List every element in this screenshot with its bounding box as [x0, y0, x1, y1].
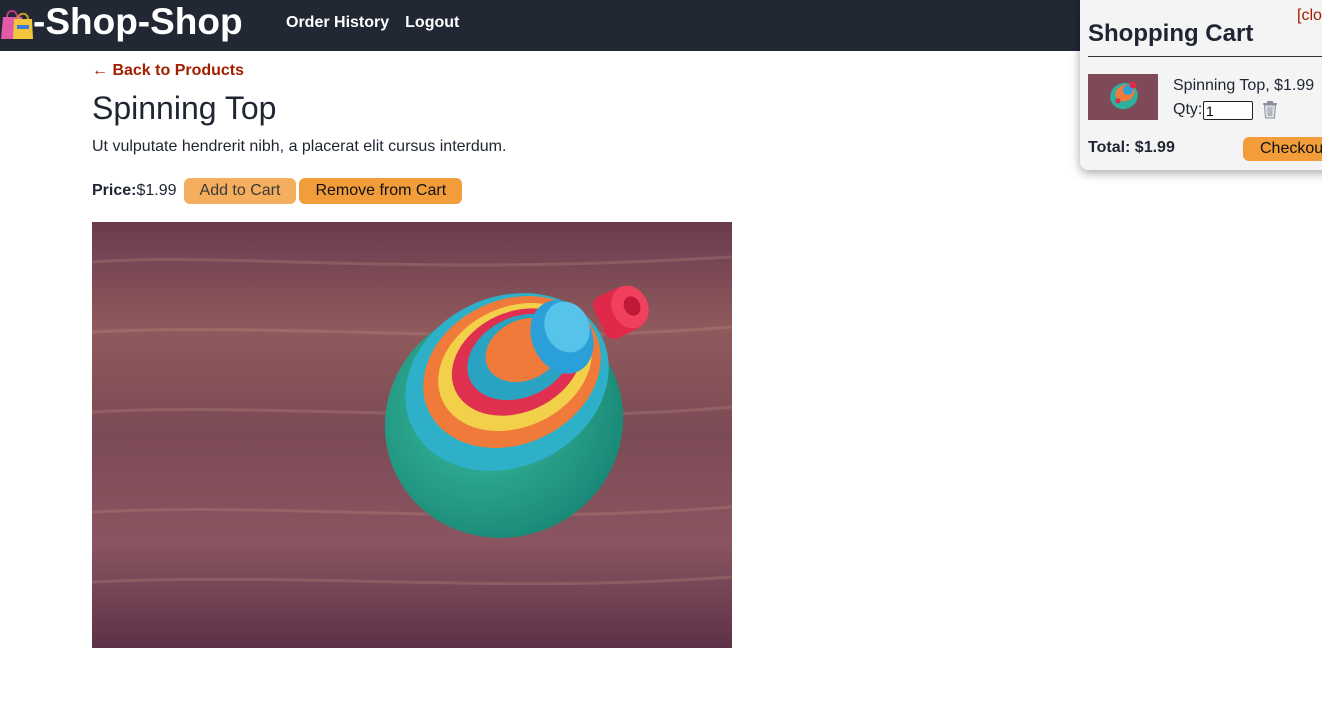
spinning-top-photo [92, 222, 732, 648]
price-value: $1.99 [136, 182, 177, 199]
nav-order-history[interactable]: Order History [286, 13, 389, 33]
remove-from-cart-button[interactable]: Remove from Cart [299, 178, 463, 204]
cart-total: Total: $1.99 [1088, 139, 1175, 156]
main-nav: Order History Logout [286, 13, 459, 33]
brand-logo[interactable]: -Shop-Shop [0, 3, 243, 41]
price-label: Price: [92, 182, 137, 199]
product-image [92, 222, 732, 648]
cart-item-name: Spinning Top, $1.99 [1173, 77, 1315, 94]
price-row: Price: $1.99 Add to Cart Remove from Car… [92, 178, 463, 204]
cart-title: Shopping Cart [1088, 20, 1254, 47]
cart-close-button[interactable]: [close] [1297, 6, 1322, 26]
cart-item-thumbnail [1088, 74, 1158, 120]
checkout-button[interactable]: Checkout [1243, 137, 1322, 161]
product-description: Ut vulputate hendrerit nibh, a placerat … [92, 138, 507, 155]
brand-text: -Shop-Shop [33, 1, 243, 42]
qty-label: Qty: [1173, 101, 1203, 118]
add-to-cart-button[interactable]: Add to Cart [183, 178, 297, 204]
qty-input[interactable] [1203, 101, 1253, 120]
shopping-bags-icon [1, 10, 33, 39]
nav-logout[interactable]: Logout [405, 13, 459, 33]
product-title: Spinning Top [92, 90, 277, 126]
trash-icon[interactable] [1261, 99, 1279, 119]
shopping-cart-panel: [close] Shopping Cart Spinning Top, $1.9… [1080, 0, 1322, 170]
cart-divider [1088, 56, 1322, 57]
back-to-products-link[interactable]: ← Back to Products [92, 61, 244, 81]
